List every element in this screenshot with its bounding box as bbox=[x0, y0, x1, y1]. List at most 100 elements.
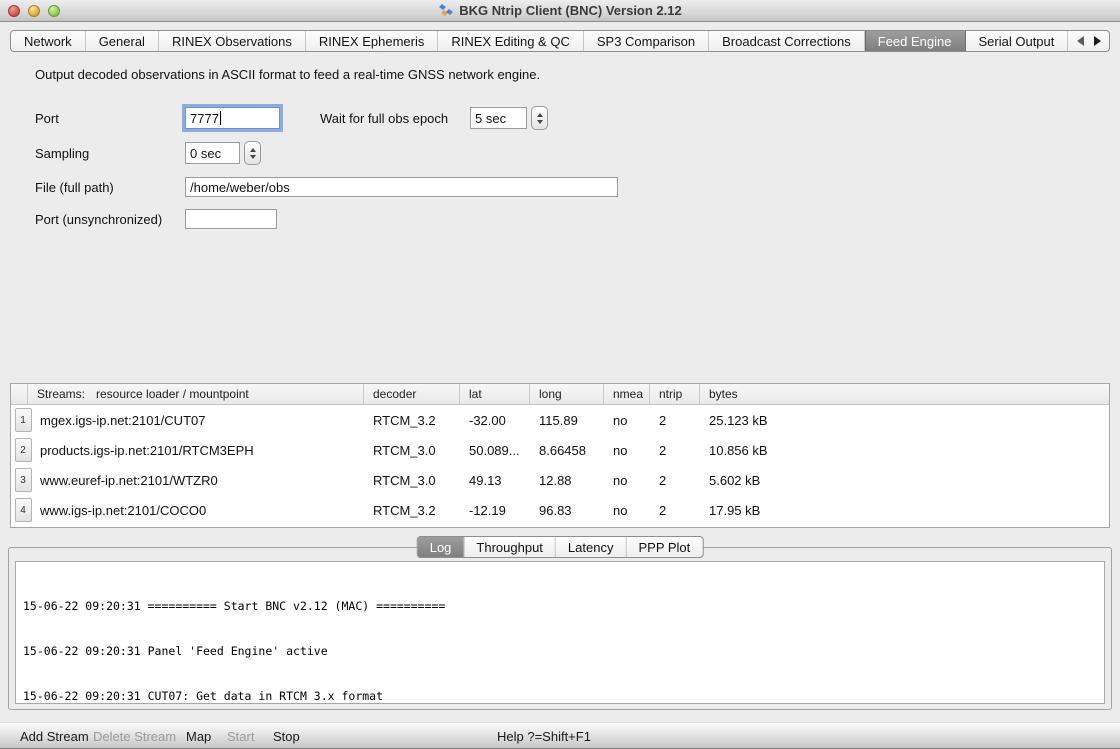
cell-lat: 49.13 bbox=[459, 473, 529, 488]
cell-bytes: 10.856 kB bbox=[699, 443, 1109, 458]
port-input-value: 7777 bbox=[190, 111, 219, 126]
tab-throughput[interactable]: Throughput bbox=[464, 537, 556, 557]
cell-bytes: 25.123 kB bbox=[699, 413, 1109, 428]
tab-rinex-observations[interactable]: RINEX Observations bbox=[159, 31, 306, 51]
cell-decoder: RTCM_3.2 bbox=[363, 503, 459, 518]
cell-long: 96.83 bbox=[529, 503, 603, 518]
file-path-value: /home/weber/obs bbox=[190, 180, 290, 195]
table-row[interactable]: 3 www.euref-ip.net:2101/WTZR0 RTCM_3.0 4… bbox=[11, 465, 1109, 495]
col-header-bytes[interactable]: bytes bbox=[699, 384, 1109, 404]
window-controls bbox=[8, 5, 60, 17]
tab-broadcast-corrections[interactable]: Broadcast Corrections bbox=[709, 31, 865, 51]
sampling-value: 0 sec bbox=[190, 146, 221, 161]
tab-rinex-editing-qc[interactable]: RINEX Editing & QC bbox=[438, 31, 584, 51]
window-title-text: BKG Ntrip Client (BNC) Version 2.12 bbox=[459, 3, 681, 18]
tab-scroll-right-icon[interactable] bbox=[1094, 36, 1101, 46]
log-line: 15-06-22 09:20:31 CUT07: Get data in RTC… bbox=[23, 689, 1097, 704]
map-button[interactable]: Map bbox=[186, 729, 211, 744]
cell-lat: 50.089... bbox=[459, 443, 529, 458]
wait-epoch-input[interactable]: 5 sec bbox=[470, 107, 527, 129]
log-line: 15-06-22 09:20:31 ========== Start BNC v… bbox=[23, 599, 1097, 614]
col-header-ntrip[interactable]: ntrip bbox=[649, 384, 699, 404]
cell-bytes: 17.95 kB bbox=[699, 503, 1109, 518]
cell-decoder: RTCM_3.0 bbox=[363, 443, 459, 458]
cell-bytes: 5.602 kB bbox=[699, 473, 1109, 488]
log-line: 15-06-22 09:20:31 Panel 'Feed Engine' ac… bbox=[23, 644, 1097, 659]
sampling-input[interactable]: 0 sec bbox=[185, 142, 240, 164]
tab-latency[interactable]: Latency bbox=[556, 537, 627, 557]
cell-ntrip: 2 bbox=[649, 473, 699, 488]
close-window-icon[interactable] bbox=[8, 5, 20, 17]
file-path-label: File (full path) bbox=[35, 180, 114, 195]
table-row[interactable]: 1 mgex.igs-ip.net:2101/CUT07 RTCM_3.2 -3… bbox=[11, 405, 1109, 435]
row-number[interactable]: 1 bbox=[15, 408, 32, 432]
col-header-decoder[interactable]: decoder bbox=[363, 384, 459, 404]
table-row[interactable]: 2 products.igs-ip.net:2101/RTCM3EPH RTCM… bbox=[11, 435, 1109, 465]
app-icon bbox=[438, 3, 454, 18]
bottom-toolbar: Add Stream Delete Stream Map Start Stop … bbox=[0, 722, 1120, 749]
log-tab-bar: Log Throughput Latency PPP Plot bbox=[417, 536, 704, 558]
delete-stream-button[interactable]: Delete Stream bbox=[93, 729, 176, 744]
port-label: Port bbox=[35, 111, 59, 126]
col-header-mountpoint[interactable]: Streams: resource loader / mountpoint bbox=[27, 384, 363, 404]
help-shortcut-label: Help ?=Shift+F1 bbox=[497, 729, 591, 744]
col-header-long[interactable]: long bbox=[529, 384, 603, 404]
cell-ntrip: 2 bbox=[649, 503, 699, 518]
window-title: BKG Ntrip Client (BNC) Version 2.12 bbox=[438, 3, 681, 18]
cell-nmea: no bbox=[603, 503, 649, 518]
text-caret bbox=[220, 111, 221, 125]
cell-ntrip: 2 bbox=[649, 413, 699, 428]
start-button[interactable]: Start bbox=[227, 729, 254, 744]
cell-long: 12.88 bbox=[529, 473, 603, 488]
stepper-down-icon[interactable] bbox=[537, 120, 543, 124]
port-unsync-input[interactable] bbox=[185, 209, 277, 229]
col-header-nmea[interactable]: nmea bbox=[603, 384, 649, 404]
tab-scroll-arrows bbox=[1069, 31, 1109, 51]
tab-ppp-plot[interactable]: PPP Plot bbox=[626, 537, 702, 557]
cell-ntrip: 2 bbox=[649, 443, 699, 458]
tab-network[interactable]: Network bbox=[11, 31, 86, 51]
titlebar[interactable]: BKG Ntrip Client (BNC) Version 2.12 bbox=[0, 0, 1120, 22]
cell-mountpoint: www.euref-ip.net:2101/WTZR0 bbox=[35, 473, 363, 488]
cell-decoder: RTCM_3.0 bbox=[363, 473, 459, 488]
tab-general[interactable]: General bbox=[86, 31, 159, 51]
col-header-mountpoint-text: resource loader / mountpoint bbox=[96, 387, 249, 401]
panel-description: Output decoded observations in ASCII for… bbox=[35, 67, 540, 82]
cell-nmea: no bbox=[603, 443, 649, 458]
cell-long: 8.66458 bbox=[529, 443, 603, 458]
stepper-down-icon[interactable] bbox=[250, 155, 256, 159]
row-number[interactable]: 4 bbox=[15, 498, 32, 522]
zoom-window-icon[interactable] bbox=[48, 5, 60, 17]
row-number[interactable]: 2 bbox=[15, 438, 32, 462]
cell-mountpoint: mgex.igs-ip.net:2101/CUT07 bbox=[35, 413, 363, 428]
tab-serial-output[interactable]: Serial Output bbox=[966, 31, 1069, 51]
wait-epoch-value: 5 sec bbox=[475, 111, 506, 126]
stepper-up-icon[interactable] bbox=[250, 148, 256, 152]
col-header-streams-prefix: Streams: bbox=[37, 387, 85, 401]
table-row[interactable]: 4 www.igs-ip.net:2101/COCO0 RTCM_3.2 -12… bbox=[11, 495, 1109, 525]
cell-lat: -12.19 bbox=[459, 503, 529, 518]
streams-table-header: Streams: resource loader / mountpoint de… bbox=[11, 384, 1109, 405]
port-unsync-label: Port (unsynchronized) bbox=[35, 212, 162, 227]
wait-epoch-label: Wait for full obs epoch bbox=[320, 111, 448, 126]
tab-log[interactable]: Log bbox=[418, 537, 465, 557]
row-number[interactable]: 3 bbox=[15, 468, 32, 492]
stop-button[interactable]: Stop bbox=[273, 729, 300, 744]
cell-lat: -32.00 bbox=[459, 413, 529, 428]
tab-feed-engine[interactable]: Feed Engine bbox=[865, 31, 966, 51]
file-path-input[interactable]: /home/weber/obs bbox=[185, 177, 618, 197]
port-input[interactable]: 7777 bbox=[185, 107, 280, 129]
stepper-up-icon[interactable] bbox=[537, 113, 543, 117]
log-panel: Log Throughput Latency PPP Plot 15-06-22… bbox=[8, 547, 1112, 710]
sampling-stepper[interactable] bbox=[244, 141, 261, 165]
tab-rinex-ephemeris[interactable]: RINEX Ephemeris bbox=[306, 31, 438, 51]
col-header-lat[interactable]: lat bbox=[459, 384, 529, 404]
tab-scroll-left-icon[interactable] bbox=[1077, 36, 1084, 46]
log-output[interactable]: 15-06-22 09:20:31 ========== Start BNC v… bbox=[15, 561, 1105, 704]
minimize-window-icon[interactable] bbox=[28, 5, 40, 17]
tab-sp3-comparison[interactable]: SP3 Comparison bbox=[584, 31, 709, 51]
add-stream-button[interactable]: Add Stream bbox=[20, 729, 89, 744]
main-tab-bar: Network General RINEX Observations RINEX… bbox=[10, 30, 1110, 52]
cell-mountpoint: products.igs-ip.net:2101/RTCM3EPH bbox=[35, 443, 363, 458]
wait-epoch-stepper[interactable] bbox=[531, 106, 548, 130]
